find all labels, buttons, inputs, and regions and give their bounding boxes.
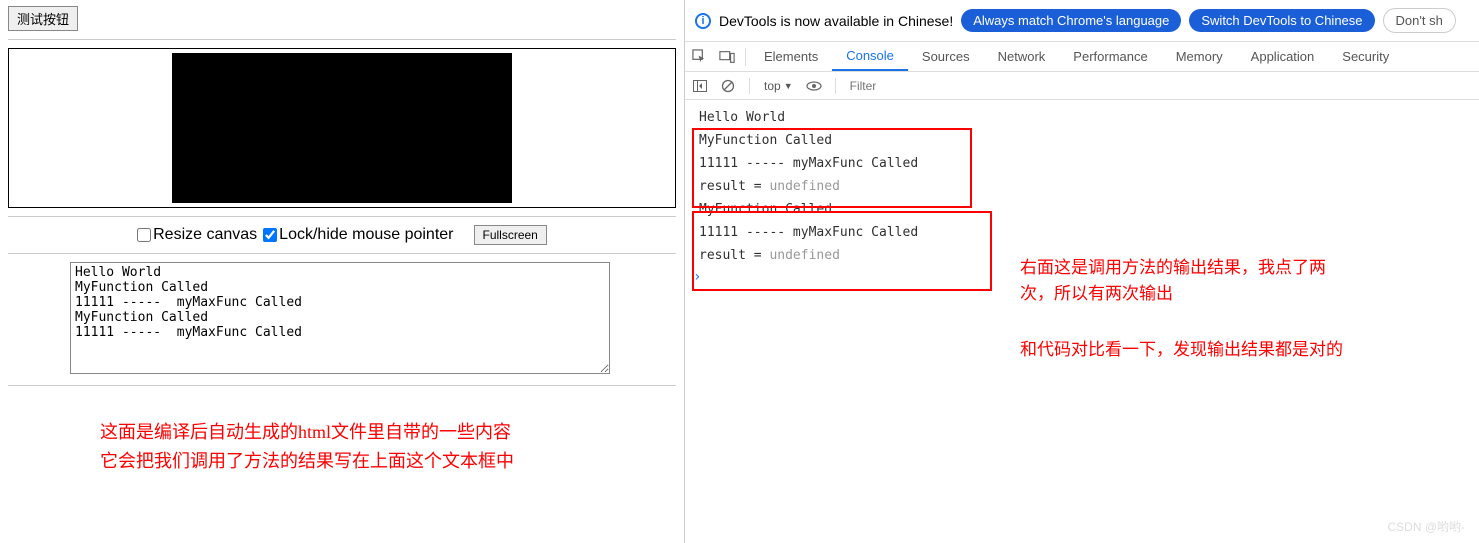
tab-memory[interactable]: Memory <box>1162 42 1237 71</box>
controls-row: Resize canvas Lock/hide mouse pointer Fu… <box>0 219 684 251</box>
info-icon: i <box>695 13 711 29</box>
undefined-value: undefined <box>769 248 839 263</box>
right-annot-line2: 次，所以有两次输出 <box>1020 281 1326 307</box>
canvas-container <box>8 48 676 208</box>
output-textarea[interactable] <box>70 262 610 374</box>
sidebar-toggle-icon[interactable] <box>689 80 711 92</box>
console-body: Hello WorldMyFunction Called11111 ----- … <box>685 100 1479 543</box>
top-button-row: 测试按钮 <box>0 0 684 37</box>
lock-pointer-checkbox[interactable] <box>263 228 277 242</box>
resize-canvas-text: Resize canvas <box>153 226 257 244</box>
toolbar-separator <box>749 78 750 94</box>
left-annotation: 这面是编译后自动生成的html文件里自带的一些内容 它会把我们调用了方法的结果写… <box>100 418 684 476</box>
inspect-icon[interactable] <box>685 42 713 71</box>
tab-security[interactable]: Security <box>1328 42 1403 71</box>
context-value: top <box>764 79 781 93</box>
console-toolbar: top ▼ <box>685 72 1479 100</box>
clear-console-icon[interactable] <box>717 79 739 93</box>
left-annotation-line2: 它会把我们调用了方法的结果写在上面这个文本框中 <box>100 447 684 476</box>
context-selector[interactable]: top ▼ <box>760 79 797 93</box>
chevron-down-icon: ▼ <box>784 81 793 91</box>
devtools-tabs: ElementsConsoleSourcesNetworkPerformance… <box>685 42 1479 72</box>
canvas[interactable] <box>172 53 512 203</box>
console-log-row: Hello World <box>685 106 1479 129</box>
tab-divider <box>745 48 746 66</box>
separator <box>8 253 676 254</box>
console-log-row: result = undefined <box>685 175 1479 198</box>
console-log-row: MyFunction Called <box>685 129 1479 152</box>
tab-performance[interactable]: Performance <box>1059 42 1161 71</box>
separator <box>8 385 676 386</box>
console-log-row: 11111 ----- myMaxFunc Called <box>685 152 1479 175</box>
right-annotation-2: 和代码对比看一下，发现输出结果都是对的 <box>1020 335 1343 360</box>
page-left-panel: 测试按钮 Resize canvas Lock/hide mouse point… <box>0 0 685 543</box>
toolbar-separator <box>835 78 836 94</box>
dont-show-button[interactable]: Don't sh <box>1383 8 1456 33</box>
resize-canvas-checkbox[interactable] <box>137 228 151 242</box>
always-match-button[interactable]: Always match Chrome's language <box>961 9 1181 32</box>
tab-elements[interactable]: Elements <box>750 42 832 71</box>
tab-network[interactable]: Network <box>984 42 1060 71</box>
test-button[interactable]: 测试按钮 <box>8 6 78 31</box>
console-log-row: 11111 ----- myMaxFunc Called <box>685 221 1479 244</box>
tab-application[interactable]: Application <box>1237 42 1329 71</box>
tab-console[interactable]: Console <box>832 42 908 71</box>
fullscreen-button[interactable]: Fullscreen <box>474 225 547 245</box>
filter-input[interactable] <box>846 77 1475 95</box>
watermark: CSDN @哟哟- <box>1387 518 1465 535</box>
device-toggle-icon[interactable] <box>713 42 741 71</box>
tab-sources[interactable]: Sources <box>908 42 984 71</box>
switch-devtools-button[interactable]: Switch DevTools to Chinese <box>1189 9 1374 32</box>
live-expression-icon[interactable] <box>803 81 825 91</box>
lock-pointer-label[interactable]: Lock/hide mouse pointer <box>263 226 453 244</box>
output-area <box>70 262 614 377</box>
lock-pointer-text: Lock/hide mouse pointer <box>279 226 453 244</box>
notice-text: DevTools is now available in Chinese! <box>719 13 953 29</box>
right-annotation-1: 右面这是调用方法的输出结果，我点了两 次，所以有两次输出 <box>1020 255 1326 306</box>
undefined-value: undefined <box>769 179 839 194</box>
left-annotation-line1: 这面是编译后自动生成的html文件里自带的一些内容 <box>100 418 684 447</box>
console-log-row: MyFunction Called <box>685 198 1479 221</box>
separator <box>8 216 676 217</box>
separator <box>8 39 676 40</box>
resize-canvas-label[interactable]: Resize canvas <box>137 226 257 244</box>
devtools-notice-bar: i DevTools is now available in Chinese! … <box>685 0 1479 42</box>
right-annot-line1: 右面这是调用方法的输出结果，我点了两 <box>1020 255 1326 281</box>
